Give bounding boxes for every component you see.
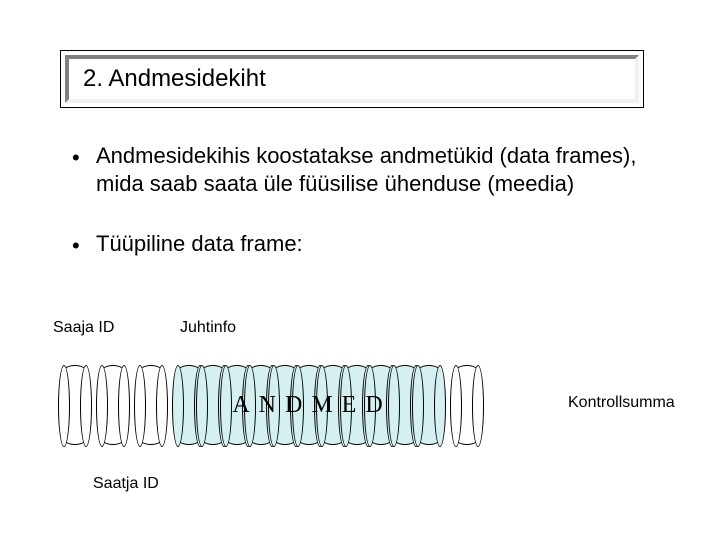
- label-control-info: Juhtinfo: [180, 319, 236, 337]
- label-sender-id: Saatja ID: [93, 475, 159, 493]
- frame-segment-checksum: [454, 365, 480, 445]
- title-bevel: 2. Andmesidekiht: [65, 55, 639, 103]
- frame-data-group: ANDMED: [176, 365, 440, 445]
- frame-segment-recipient: [62, 365, 88, 445]
- frame-data-segment: [416, 365, 442, 445]
- bullet-text: Tüüpiline data frame:: [96, 230, 303, 260]
- frame-segment-sender: [100, 365, 126, 445]
- bullet-item: • Tüüpiline data frame:: [72, 230, 652, 260]
- label-recipient-id: Saaja ID: [53, 319, 114, 337]
- title-box: 2. Andmesidekiht: [60, 50, 644, 108]
- slide-title: 2. Andmesidekiht: [83, 65, 266, 93]
- bullet-dot-icon: •: [72, 230, 96, 260]
- bullet-dot-icon: •: [72, 142, 96, 198]
- label-checksum: Kontrollsumma: [568, 394, 675, 412]
- data-frame-diagram: ANDMED: [62, 365, 478, 445]
- bullet-text: Andmesidekihis koostatakse andmetükid (d…: [96, 142, 652, 198]
- bullet-list: • Andmesidekihis koostatakse andmetükid …: [72, 142, 652, 292]
- frame-segment-control: [138, 365, 164, 445]
- bullet-item: • Andmesidekihis koostatakse andmetükid …: [72, 142, 652, 198]
